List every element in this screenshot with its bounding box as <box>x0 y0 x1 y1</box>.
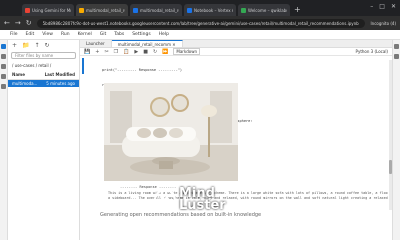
folder-icon[interactable] <box>1 44 6 49</box>
incognito-badge[interactable]: Incognito (4) <box>371 21 397 26</box>
running-icon[interactable] <box>1 54 6 59</box>
reload-icon[interactable]: ↻ <box>26 19 32 27</box>
watermark-text: Mind Luster <box>176 187 226 213</box>
minimize-icon[interactable]: – <box>370 3 373 10</box>
mindluster-logo-icon <box>154 189 176 211</box>
tab-label: Using Gemini for Multimodal <box>32 7 71 13</box>
watermark-line2: Luster <box>179 198 226 213</box>
tab-favicon <box>25 7 30 13</box>
tab-label: multimodal_retail_recomm <box>140 7 179 13</box>
tab-launcher[interactable]: Launcher <box>80 40 112 47</box>
browser-tab-strip: Using Gemini for Multimodal multimodal_r… <box>0 0 400 16</box>
menu-edit[interactable]: Edit <box>26 32 35 37</box>
debugger-icon[interactable] <box>394 54 399 59</box>
close-icon[interactable]: ✕ <box>391 3 396 10</box>
tab-favicon <box>133 7 138 13</box>
property-inspector-icon[interactable] <box>394 44 399 49</box>
notebook-toolbar: 💾 + ✂ ❐ 📋 ▶ ■ ↻ ⏩ Markdown Python 3 (Loc… <box>80 48 392 56</box>
fast-forward-icon[interactable]: ⏩ <box>162 49 168 55</box>
save-icon[interactable]: 💾 <box>84 49 90 55</box>
run-icon[interactable]: ▶ <box>134 49 138 55</box>
browser-tab[interactable]: Notebook – Vertex AI – ge <box>184 4 236 16</box>
tab-label: multimodal_retail_recomm <box>86 7 125 13</box>
toc-icon[interactable] <box>1 74 6 79</box>
refresh-icon[interactable]: ↻ <box>45 42 50 49</box>
menu-settings[interactable]: Settings <box>132 32 150 37</box>
tab-favicon <box>79 7 84 13</box>
cut-icon[interactable]: ✂ <box>104 49 108 55</box>
new-folder-icon[interactable]: 📁 <box>22 42 29 49</box>
browser-tab-active[interactable]: multimodal_retail_recomm <box>76 4 128 16</box>
right-sidebar <box>392 40 400 240</box>
menubar: File Edit View Run Kernel Git Tabs Setti… <box>0 30 400 40</box>
paste-icon[interactable]: 📋 <box>123 49 129 55</box>
forward-icon[interactable]: → <box>15 19 21 27</box>
tab-notebook[interactable]: multimodal_retail_recomm ✕ <box>111 40 183 47</box>
left-activity-bar <box>0 40 8 240</box>
tab-label: Welcome – qwiklabs-gcp <box>248 7 287 13</box>
breadcrumb[interactable]: / use-cases / retail / <box>8 61 79 70</box>
watermark: Mind Luster <box>154 187 226 213</box>
file-modified: 5 minutes ago <box>46 81 75 86</box>
file-browser-toolbar: + 📁 ↑ ↻ <box>8 40 79 50</box>
menu-file[interactable]: File <box>10 32 18 37</box>
response-text: This is a living room with a white and b… <box>108 191 388 195</box>
window-controls: – □ ✕ <box>370 3 396 10</box>
browser-tab[interactable]: multimodal_retail_recomm <box>130 4 182 16</box>
restart-icon[interactable]: ↻ <box>153 49 157 55</box>
cell-type-select[interactable]: Markdown <box>173 48 201 55</box>
browser-tab[interactable]: Welcome – qwiklabs-gcp <box>238 4 290 16</box>
file-row[interactable]: multimoda... 5 minutes ago <box>8 80 79 87</box>
menu-git[interactable]: Git <box>100 32 107 37</box>
back-icon[interactable]: ← <box>4 19 10 27</box>
tab-favicon <box>241 7 246 13</box>
add-cell-icon[interactable]: + <box>95 49 99 55</box>
file-browser: + 📁 ↑ ↻ Filter files by name / use-cases… <box>8 40 80 240</box>
menu-kernel[interactable]: Kernel <box>78 32 92 37</box>
filter-input[interactable]: Filter files by name <box>11 52 76 59</box>
document-tabs: Launcher multimodal_retail_recomm ✕ <box>80 40 392 48</box>
menu-tabs[interactable]: Tabs <box>114 32 124 37</box>
kernel-status[interactable]: Python 3 (Local) <box>356 49 388 54</box>
extension-icon[interactable] <box>1 84 6 89</box>
menu-help[interactable]: Help <box>159 32 169 37</box>
git-icon[interactable] <box>1 64 6 69</box>
maximize-icon[interactable]: □ <box>379 3 385 10</box>
code-line: print("--------- Response ---------") <box>102 68 183 72</box>
column-name[interactable]: Name <box>12 72 25 77</box>
column-modified[interactable]: Last Modified <box>45 72 75 77</box>
browser-tab[interactable]: Using Gemini for Multimodal <box>22 4 74 16</box>
menu-view[interactable]: View <box>42 32 53 37</box>
active-cell-indicator <box>82 58 84 74</box>
new-launcher-icon[interactable]: + <box>12 42 17 49</box>
new-tab-button[interactable]: + <box>294 4 301 16</box>
file-list-header: Name Last Modified <box>8 70 79 80</box>
stop-icon[interactable]: ■ <box>143 49 148 55</box>
copy-icon[interactable]: ❐ <box>114 49 118 55</box>
tab-favicon <box>187 7 192 13</box>
file-name: multimoda... <box>12 81 38 86</box>
url-field[interactable]: 5bd8986c2807fc9c-dot-us-west1.notebooks.… <box>36 18 365 28</box>
address-bar: ← → ↻ 5bd8986c2807fc9c-dot-us-west1.note… <box>0 16 400 30</box>
room-image <box>104 83 238 181</box>
response-text: a sideboard... The overall atmosphere is… <box>108 196 388 200</box>
menu-run[interactable]: Run <box>61 32 70 37</box>
tab-label: Notebook – Vertex AI – ge <box>194 7 233 13</box>
upload-icon[interactable]: ↑ <box>35 42 40 49</box>
